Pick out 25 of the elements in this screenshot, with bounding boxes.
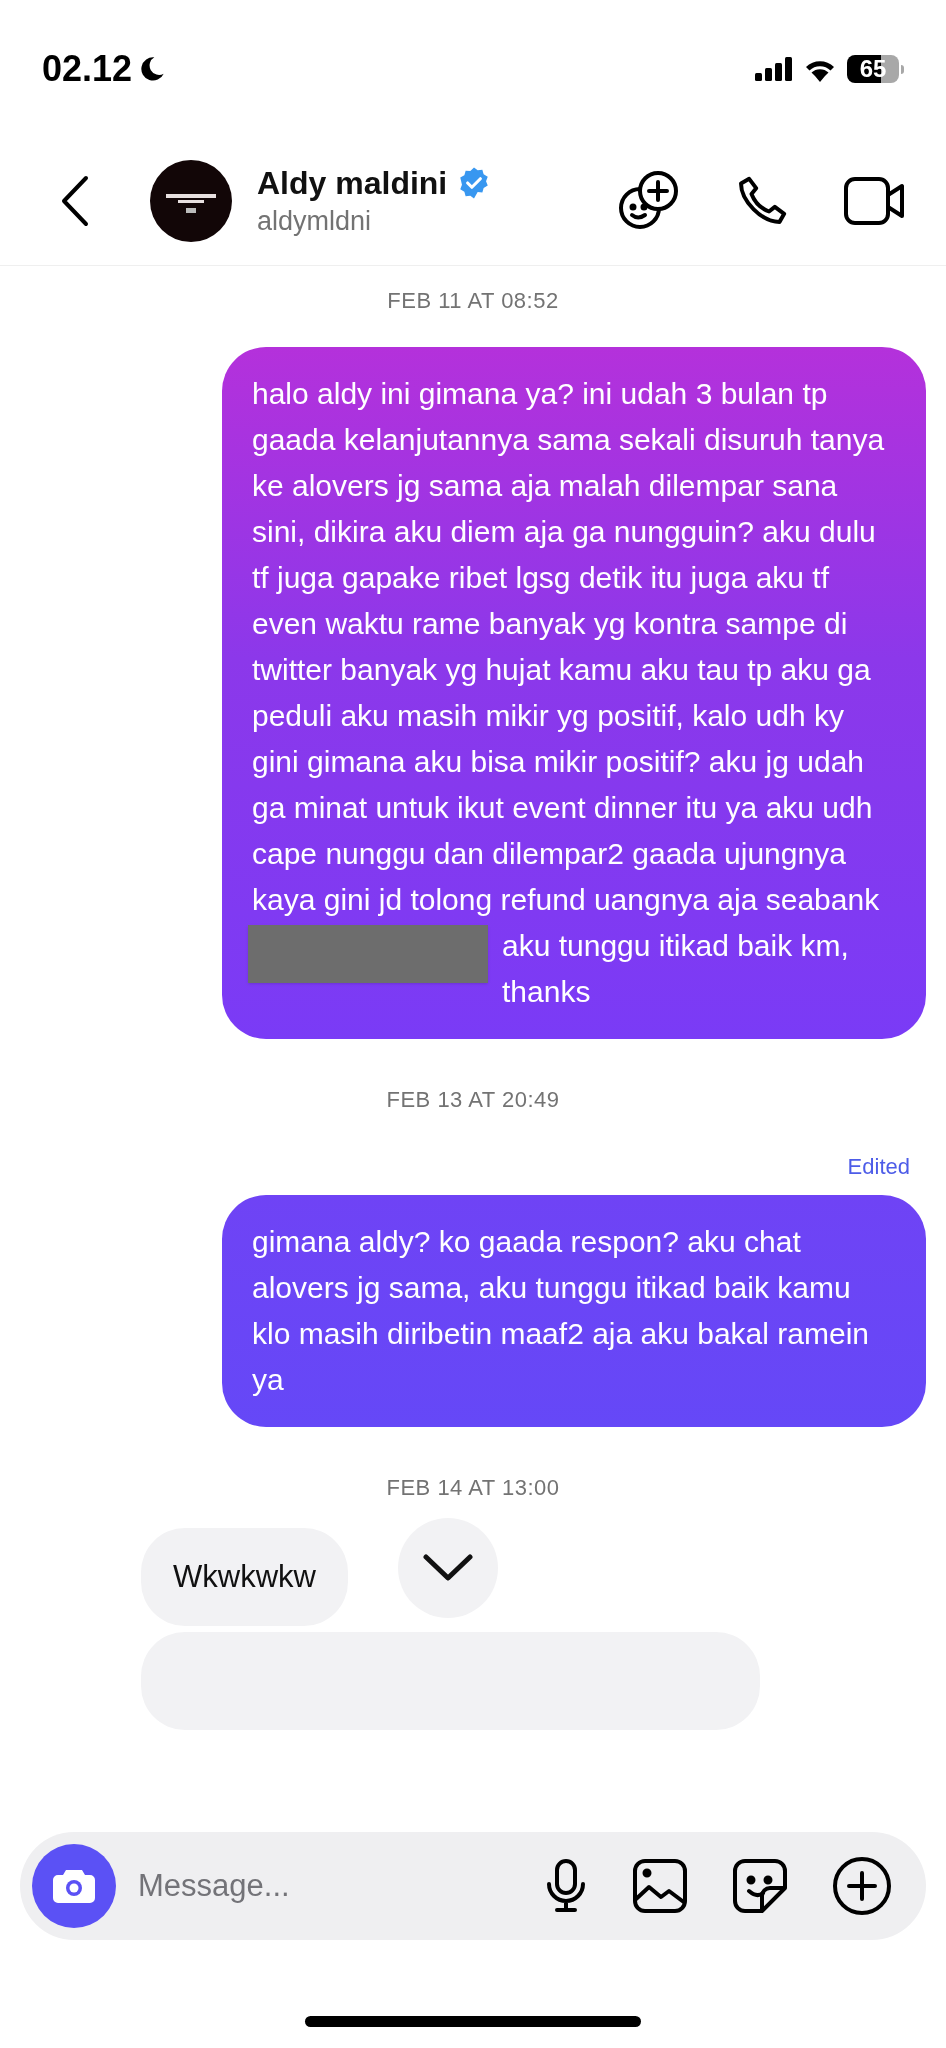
message-text: gimana aldy? ko gaada respon? aku chat alovers jg sama, aku tunggu itikad baik kamu klo masih diribetin maaf2 aja aku bakal ramein ya: [252, 1224, 870, 1398]
contact-username: aldymldni: [257, 204, 373, 238]
add-icon[interactable]: [832, 1856, 892, 1916]
edited-label: Edited: [847, 1153, 910, 1181]
message-input[interactable]: Message...: [138, 1862, 544, 1910]
status-time: 02.12: [42, 47, 133, 91]
date-separator: FEB 13 AT 20:49: [386, 1086, 560, 1114]
signal-icon: [755, 57, 793, 81]
video-call-icon[interactable]: [844, 174, 906, 227]
sticker-icon[interactable]: [732, 1858, 788, 1914]
message-bubble[interactable]: [222, 347, 926, 1039]
battery-tip: [901, 64, 904, 74]
message-bubble[interactable]: gimana aldy? ko gaada respon? aku chat alovers jg sama, aku tunggu itikad baik kamu klo masih diribetin maaf2 aja aku bakal ramein ya: [222, 1195, 926, 1427]
message-bubble[interactable]: Wkwkwkw: [141, 1528, 348, 1626]
camera-icon: [52, 1868, 96, 1904]
contact-name[interactable]: Aldy maldini: [257, 162, 448, 203]
date-separator: FEB 14 AT 13:00: [386, 1474, 560, 1502]
camera-button[interactable]: [32, 1844, 116, 1928]
date-separator: FEB 11 AT 08:52: [387, 287, 559, 315]
microphone-icon[interactable]: [544, 1858, 588, 1914]
message-text: aku tunggu itikad baik km, thanks: [501, 928, 850, 1010]
add-sticker-icon[interactable]: [618, 169, 680, 232]
chevron-down-icon: [422, 1554, 473, 1582]
back-icon[interactable]: [60, 174, 90, 227]
image-icon[interactable]: [632, 1858, 688, 1914]
